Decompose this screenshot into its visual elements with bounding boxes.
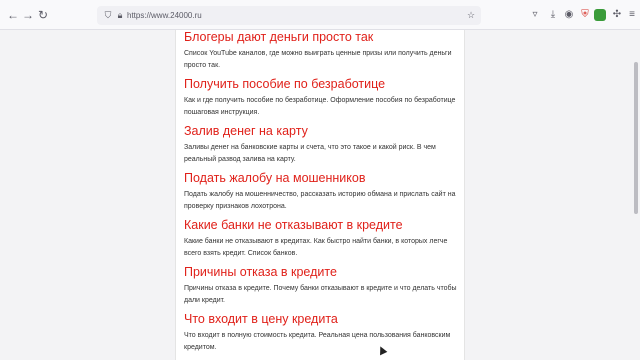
entry-title-link[interactable]: Залив денег на карту	[184, 124, 460, 139]
extensions-puzzle-icon[interactable]: ✣	[610, 8, 624, 22]
entry-description: Причины отказа в кредите. Почему банки о…	[184, 285, 457, 304]
back-icon[interactable]: ←	[6, 8, 20, 22]
entry-description: Подать жалобу на мошенничество, рассказа…	[184, 191, 456, 210]
entry-title-link[interactable]: Какие банки не отказывают в кредите	[184, 218, 460, 233]
list-item: Подать жалобу на мошенников Подать жалоб…	[184, 171, 460, 213]
entry-title-link[interactable]: Что входит в цену кредита	[184, 312, 460, 327]
list-item: Что входит в цену кредита Что входит в п…	[184, 312, 460, 354]
url-text[interactable]: https://www.24000.ru	[127, 9, 202, 22]
bookmark-star-icon[interactable]: ☆	[465, 9, 477, 21]
entry-title-link[interactable]: Блогеры дают деньги просто так	[184, 30, 460, 45]
entry-title-link[interactable]: Подать жалобу на мошенников	[184, 171, 460, 186]
list-item: Получить пособие по безработице Как и гд…	[184, 77, 460, 119]
entry-description: Как и где получить пособие по безработиц…	[184, 97, 456, 116]
extension-icon[interactable]	[594, 9, 606, 21]
list-item: Причины отказа в кредите Причины отказа …	[184, 265, 460, 307]
entry-title-link[interactable]: Причины отказа в кредите	[184, 265, 460, 280]
entry-description: Список YouTube каналов, где можно выигра…	[184, 50, 452, 69]
page-viewport: Блогеры дают деньги просто так Список Yo…	[0, 30, 640, 360]
downloads-icon[interactable]: ⤓	[546, 8, 560, 22]
list-item: Какие банки не отказывают в кредите Каки…	[184, 218, 460, 260]
lock-icon[interactable]: 🔒︎	[114, 9, 126, 21]
adblock-extension-icon[interactable]: ⛨	[578, 8, 592, 22]
browser-toolbar: ← → ↻ ⛉ 🔒︎ https://www.24000.ru ☆ ▿ ⤓ ◉ …	[0, 0, 640, 30]
list-item: Залив денег на карту Заливы денег на бан…	[184, 124, 460, 166]
list-item: Блогеры дают деньги просто так Список Yo…	[184, 30, 460, 72]
entry-title-link[interactable]: Получить пособие по безработице	[184, 77, 460, 92]
entry-description: Заливы денег на банковские карты и счета…	[184, 144, 436, 163]
reload-icon[interactable]: ↻	[36, 8, 50, 22]
shield-icon[interactable]: ⛉	[102, 9, 114, 21]
pocket-icon[interactable]: ▿	[528, 8, 542, 22]
menu-icon[interactable]: ≡	[625, 8, 639, 22]
entry-description: Что входит в полную стоимость кредита. Р…	[184, 332, 451, 351]
forward-icon[interactable]: →	[21, 8, 35, 22]
page-scrollbar[interactable]	[634, 62, 638, 214]
content-column: Блогеры дают деньги просто так Список Yo…	[175, 30, 465, 360]
account-icon[interactable]: ◉	[562, 8, 576, 22]
entry-description: Какие банки не отказывают в кредитах. Ка…	[184, 238, 448, 257]
address-bar[interactable]: ⛉ 🔒︎ https://www.24000.ru ☆	[97, 6, 481, 25]
